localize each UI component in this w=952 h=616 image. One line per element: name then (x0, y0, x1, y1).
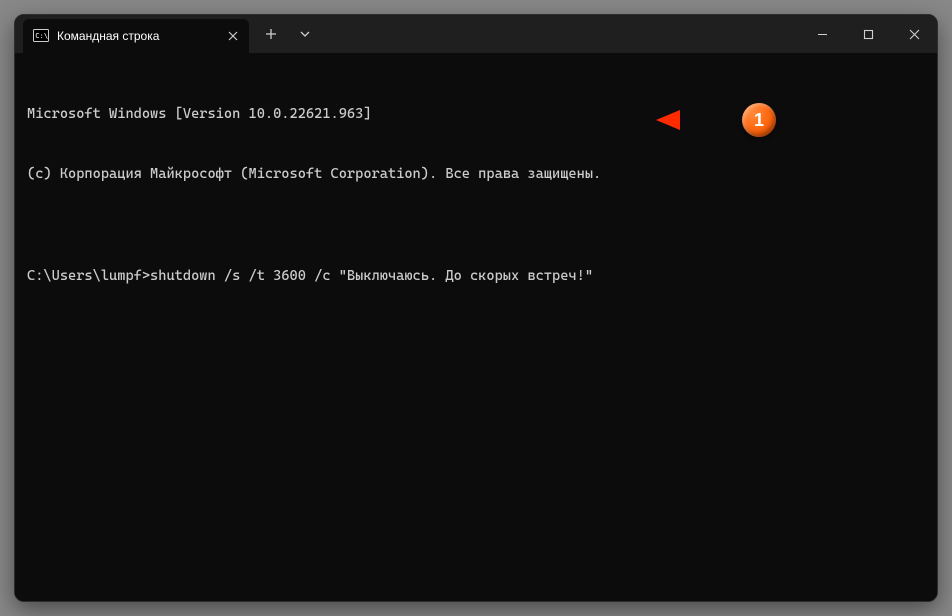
tab-title: Командная строка (57, 29, 215, 43)
window-controls (799, 15, 937, 53)
tab-dropdown-button[interactable] (289, 19, 321, 49)
command-text: shutdown /s /t 3600 /c "Выключаюсь. До с… (150, 268, 593, 284)
minimize-button[interactable] (799, 15, 845, 53)
terminal-window: C:\ Командная строка (14, 14, 938, 602)
titlebar: C:\ Командная строка (15, 15, 937, 53)
terminal-body[interactable]: Microsoft Windows [Version 10.0.22621.96… (15, 53, 937, 601)
output-line: Microsoft Windows [Version 10.0.22621.96… (27, 104, 925, 124)
tab-close-button[interactable] (223, 26, 243, 46)
output-line: (c) Корпорация Майкрософт (Microsoft Cor… (27, 164, 925, 184)
tabbar-actions (249, 15, 321, 53)
new-tab-button[interactable] (255, 19, 287, 49)
cmd-icon: C:\ (33, 28, 49, 44)
svg-text:C:\: C:\ (35, 31, 48, 40)
prompt-line: C:\Users\lumpf>shutdown /s /t 3600 /c "В… (27, 266, 925, 286)
tab-active[interactable]: C:\ Командная строка (23, 19, 249, 53)
prompt: C:\Users\lumpf> (27, 268, 150, 284)
close-button[interactable] (891, 15, 937, 53)
titlebar-drag-area[interactable] (321, 15, 799, 53)
maximize-button[interactable] (845, 15, 891, 53)
